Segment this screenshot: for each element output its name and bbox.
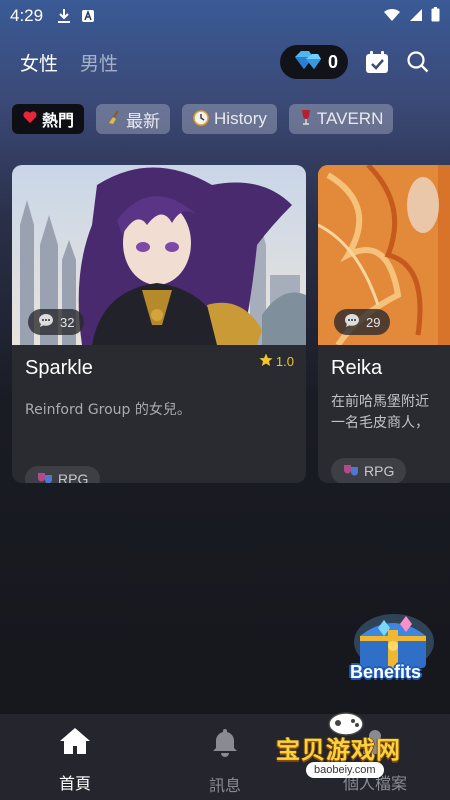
battery-icon: [431, 6, 440, 26]
tag-tavern[interactable]: TAVERN: [288, 104, 394, 134]
benefits-button[interactable]: Benefits: [348, 608, 440, 692]
character-portrait-sparkle: 32: [12, 165, 306, 345]
character-description: Reinford Group 的女兒。: [25, 402, 191, 418]
home-icon: [58, 726, 92, 760]
tag-history[interactable]: History: [182, 104, 277, 134]
rating-value: 1.0: [275, 354, 294, 369]
character-cards: 32 1.0 Sparkle Reinford Group 的女兒。 RPG 2…: [12, 165, 450, 485]
tab-male[interactable]: 男性: [80, 49, 118, 76]
nav-home[interactable]: 首頁: [0, 714, 150, 800]
character-card-sparkle[interactable]: 32 1.0 Sparkle Reinford Group 的女兒。 RPG: [12, 165, 306, 483]
genre-label: RPG: [58, 471, 89, 483]
gem-balance-button[interactable]: 0: [279, 45, 348, 79]
tag-newest[interactable]: 最新: [96, 104, 171, 134]
character-name: Sparkle: [25, 357, 93, 379]
star-icon: [259, 353, 273, 370]
tag-newest-label: 最新: [126, 111, 161, 131]
watermark-text: 宝贝游戏网: [276, 736, 401, 764]
character-description: 在前哈馬堡附近一名毛皮商人，: [331, 394, 429, 431]
theater-masks-icon: [37, 471, 53, 483]
gem-count: 0: [327, 51, 338, 72]
character-portrait-reika: 29: [318, 165, 450, 345]
tag-hot[interactable]: 熱門: [12, 104, 85, 134]
status-time: 4:29: [10, 6, 44, 25]
character-name: Reika: [331, 357, 383, 379]
benefits-label: Benefits: [350, 662, 422, 682]
theater-masks-icon: [343, 463, 359, 480]
nav-home-label: 首頁: [58, 774, 91, 793]
wine-glass-icon: [299, 108, 313, 131]
nav-messages-label: 訊息: [208, 776, 241, 795]
card-body: Reika 在前哈馬堡附近一名毛皮商人， RPG: [318, 345, 450, 483]
chat-bubble-icon: [344, 313, 360, 331]
watermark-logo: 宝贝游戏网 baobeiy.com: [270, 708, 430, 798]
character-card-reika[interactable]: 29 Reika 在前哈馬堡附近一名毛皮商人， RPG: [318, 165, 450, 483]
genre-label: RPG: [364, 463, 395, 479]
top-bar: 女性 男性 0: [0, 42, 450, 82]
heart-icon: [22, 109, 38, 129]
tag-history-label: History: [214, 109, 267, 128]
comment-count-badge: 29: [334, 309, 391, 335]
clock-icon: [192, 108, 210, 131]
comment-count-badge: 32: [28, 309, 85, 335]
app-notification-icon: [81, 9, 95, 23]
comment-count: 29: [366, 314, 381, 330]
tag-hot-label: 熱門: [42, 111, 75, 130]
status-right: [383, 6, 440, 26]
calendar-check-icon[interactable]: [364, 49, 390, 75]
watermark-url: baobeiy.com: [306, 762, 384, 778]
wifi-icon: [383, 7, 401, 26]
download-icon: [57, 8, 71, 24]
comment-count: 32: [60, 314, 75, 330]
broom-icon: [106, 109, 122, 130]
tag-tavern-label: TAVERN: [316, 109, 384, 128]
category-tags: 熱門 最新 History TAVERN: [12, 104, 450, 136]
status-bar: 4:29: [0, 0, 450, 32]
bell-icon: [209, 726, 241, 762]
gem-icon: [292, 49, 322, 75]
chat-bubble-icon: [38, 313, 54, 331]
search-icon[interactable]: [406, 50, 430, 74]
rating: 1.0: [259, 353, 294, 370]
signal-icon: [409, 7, 423, 26]
genre-badge: RPG: [331, 458, 407, 483]
genre-badge: RPG: [25, 466, 101, 483]
tab-female[interactable]: 女性: [20, 49, 58, 76]
